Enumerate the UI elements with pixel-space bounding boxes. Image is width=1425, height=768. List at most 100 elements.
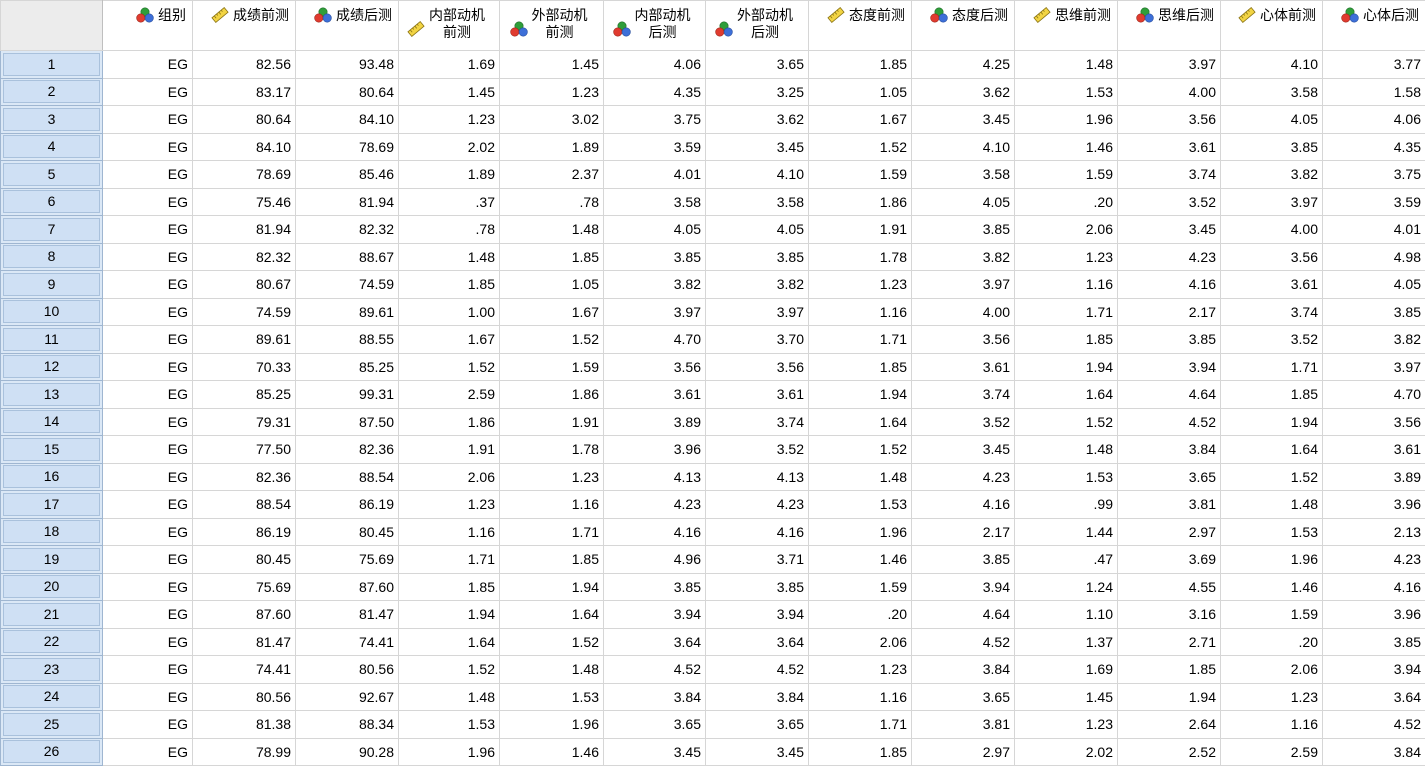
- row-number-header[interactable]: 19: [0, 545, 103, 574]
- data-cell[interactable]: 1.58: [1322, 77, 1425, 106]
- data-cell[interactable]: 4.16: [1322, 572, 1425, 601]
- data-cell[interactable]: EG: [102, 132, 193, 161]
- data-cell[interactable]: 1.71: [398, 545, 500, 574]
- data-cell[interactable]: 4.23: [705, 490, 809, 519]
- data-cell[interactable]: 1.48: [1014, 50, 1118, 79]
- data-cell[interactable]: 1.48: [1220, 490, 1323, 519]
- data-cell[interactable]: 3.61: [603, 380, 706, 409]
- data-cell[interactable]: 3.56: [1322, 407, 1425, 436]
- data-cell[interactable]: 3.85: [1322, 627, 1425, 656]
- row-number-header[interactable]: 4: [0, 132, 103, 161]
- data-cell[interactable]: 80.45: [295, 517, 399, 546]
- data-cell[interactable]: 4.16: [1117, 270, 1221, 299]
- data-cell[interactable]: 80.45: [192, 545, 296, 574]
- row-number-header[interactable]: 16: [0, 462, 103, 491]
- data-cell[interactable]: 1.94: [1220, 407, 1323, 436]
- data-cell[interactable]: 3.65: [1117, 462, 1221, 491]
- data-cell[interactable]: 81.94: [192, 215, 296, 244]
- data-cell[interactable]: 1.71: [1014, 297, 1118, 326]
- data-cell[interactable]: 3.61: [911, 352, 1015, 381]
- data-cell[interactable]: 1.85: [1014, 325, 1118, 354]
- data-cell[interactable]: 3.85: [911, 545, 1015, 574]
- data-cell[interactable]: 1.94: [1014, 352, 1118, 381]
- data-cell[interactable]: EG: [102, 160, 193, 189]
- data-cell[interactable]: 88.54: [295, 462, 399, 491]
- data-cell[interactable]: 87.50: [295, 407, 399, 436]
- data-cell[interactable]: 3.52: [1220, 325, 1323, 354]
- data-cell[interactable]: 3.82: [1322, 325, 1425, 354]
- data-cell[interactable]: EG: [102, 517, 193, 546]
- data-cell[interactable]: 1.23: [1014, 710, 1118, 739]
- row-number-header[interactable]: 18: [0, 517, 103, 546]
- data-cell[interactable]: EG: [102, 627, 193, 656]
- data-cell[interactable]: 3.89: [1322, 462, 1425, 491]
- data-cell[interactable]: 3.61: [1117, 132, 1221, 161]
- data-cell[interactable]: 82.32: [192, 242, 296, 271]
- data-cell[interactable]: 3.84: [911, 655, 1015, 684]
- data-cell[interactable]: 1.59: [808, 572, 912, 601]
- data-cell[interactable]: 1.85: [808, 352, 912, 381]
- data-cell[interactable]: 1.78: [808, 242, 912, 271]
- data-cell[interactable]: 1.48: [1014, 435, 1118, 464]
- data-cell[interactable]: 3.65: [705, 50, 809, 79]
- data-cell[interactable]: 1.71: [808, 710, 912, 739]
- data-cell[interactable]: 1.24: [1014, 572, 1118, 601]
- data-cell[interactable]: 77.50: [192, 435, 296, 464]
- data-cell[interactable]: 4.16: [911, 490, 1015, 519]
- data-cell[interactable]: 74.59: [295, 270, 399, 299]
- data-cell[interactable]: 79.31: [192, 407, 296, 436]
- column-header[interactable]: 态度后测: [911, 0, 1015, 51]
- data-cell[interactable]: 1.52: [398, 655, 500, 684]
- data-cell[interactable]: 80.67: [192, 270, 296, 299]
- data-cell[interactable]: 1.00: [398, 297, 500, 326]
- data-cell[interactable]: 2.06: [1220, 655, 1323, 684]
- data-cell[interactable]: 3.45: [603, 737, 706, 766]
- data-cell[interactable]: 80.64: [192, 105, 296, 134]
- data-cell[interactable]: 1.23: [499, 77, 604, 106]
- data-cell[interactable]: 3.85: [1322, 297, 1425, 326]
- data-cell[interactable]: 4.55: [1117, 572, 1221, 601]
- data-cell[interactable]: 4.10: [911, 132, 1015, 161]
- data-cell[interactable]: 1.94: [1117, 682, 1221, 711]
- data-cell[interactable]: 4.64: [1117, 380, 1221, 409]
- row-number-header[interactable]: 5: [0, 160, 103, 189]
- corner-cell[interactable]: [0, 0, 103, 51]
- data-cell[interactable]: 1.23: [499, 462, 604, 491]
- data-cell[interactable]: 3.85: [705, 572, 809, 601]
- data-cell[interactable]: 81.47: [295, 600, 399, 629]
- data-cell[interactable]: 3.85: [603, 242, 706, 271]
- data-cell[interactable]: 3.58: [911, 160, 1015, 189]
- data-cell[interactable]: 4.23: [1322, 545, 1425, 574]
- data-cell[interactable]: EG: [102, 380, 193, 409]
- row-number-header[interactable]: 20: [0, 572, 103, 601]
- row-number-header[interactable]: 25: [0, 710, 103, 739]
- data-cell[interactable]: EG: [102, 490, 193, 519]
- data-cell[interactable]: 93.48: [295, 50, 399, 79]
- column-header[interactable]: 外部动机 前测: [499, 0, 604, 51]
- data-cell[interactable]: 1.85: [499, 545, 604, 574]
- data-cell[interactable]: 90.28: [295, 737, 399, 766]
- data-cell[interactable]: 3.56: [1220, 242, 1323, 271]
- data-cell[interactable]: 75.46: [192, 187, 296, 216]
- data-cell[interactable]: 1.48: [398, 242, 500, 271]
- data-cell[interactable]: 88.67: [295, 242, 399, 271]
- data-cell[interactable]: 3.85: [1117, 325, 1221, 354]
- data-cell[interactable]: 3.85: [911, 215, 1015, 244]
- data-cell[interactable]: 3.52: [1117, 187, 1221, 216]
- data-cell[interactable]: 3.75: [1322, 160, 1425, 189]
- data-cell[interactable]: .20: [1014, 187, 1118, 216]
- row-number-header[interactable]: 22: [0, 627, 103, 656]
- data-cell[interactable]: EG: [102, 242, 193, 271]
- data-cell[interactable]: 4.64: [911, 600, 1015, 629]
- data-cell[interactable]: 1.16: [808, 682, 912, 711]
- data-cell[interactable]: 89.61: [192, 325, 296, 354]
- data-cell[interactable]: 1.86: [499, 380, 604, 409]
- data-cell[interactable]: 2.37: [499, 160, 604, 189]
- data-cell[interactable]: 2.59: [1220, 737, 1323, 766]
- data-cell[interactable]: 81.47: [192, 627, 296, 656]
- data-cell[interactable]: 1.23: [398, 490, 500, 519]
- data-cell[interactable]: 82.36: [192, 462, 296, 491]
- data-cell[interactable]: 4.05: [603, 215, 706, 244]
- column-header[interactable]: 心体后测: [1322, 0, 1425, 51]
- data-cell[interactable]: 74.59: [192, 297, 296, 326]
